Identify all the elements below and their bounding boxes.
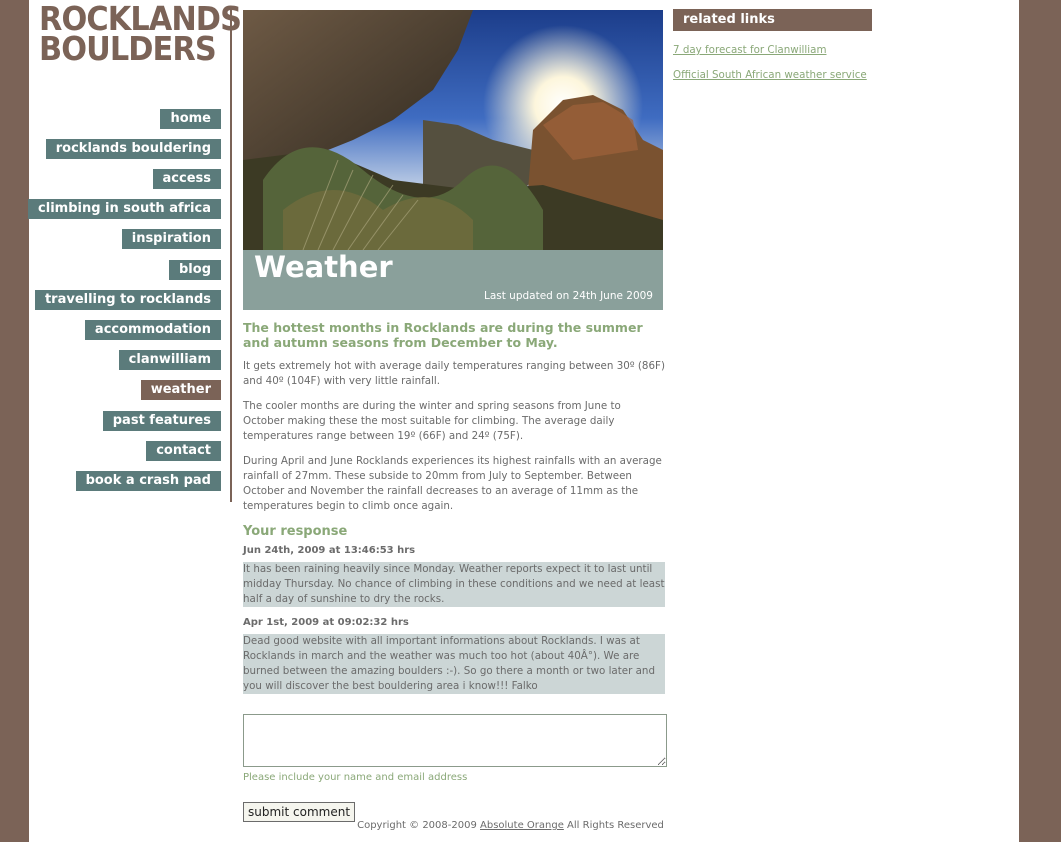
comment-date: Jun 24th, 2009 at 13:46:53 hrs [243,545,416,556]
nav-item-climbing-in-south-africa[interactable]: climbing in south africa [28,199,221,219]
nav-item-book-a-crash-pad[interactable]: book a crash pad [75,471,221,491]
footer-rights: All Rights Reserved [567,820,664,831]
related-link-forecast[interactable]: 7 day forecast for Clanwilliam [673,43,872,58]
site-logo[interactable]: ROCKLANDS BOULDERS [39,2,242,68]
related-links-heading: related links [673,9,872,31]
nav-item-weather[interactable]: weather [140,380,221,400]
footer-link[interactable]: Absolute Orange [480,820,564,831]
nav-item-clanwilliam[interactable]: clanwilliam [118,350,221,370]
footer-copyright: Copyright © 2008-2009 [357,820,477,831]
logo-line-2: BOULDERS [39,29,217,68]
comment-body: Dead good website with all important inf… [243,634,665,694]
hero-image [243,10,663,250]
nav-item-blog[interactable]: blog [169,260,221,280]
footer: Copyright © 2008-2009 Absolute Orange Al… [243,820,778,831]
page-container: ROCKLANDS BOULDERS home rocklands boulder… [28,0,1019,842]
page-title: Weather [254,250,393,284]
comment-textarea[interactable] [243,714,667,767]
title-bar: Weather Last updated on 24th June 2009 [243,250,663,310]
last-updated: Last updated on 24th June 2009 [483,290,653,302]
comment-body: It has been raining heavily since Monday… [243,562,665,607]
related-links-panel: related links 7 day forecast for Clanwil… [673,9,872,93]
main-content: The hottest months in Rocklands are duri… [243,320,667,822]
nav-item-access[interactable]: access [152,169,221,189]
body-paragraph: The cooler months are during the winter … [243,400,621,442]
nav-item-accommodation[interactable]: accommodation [84,320,221,340]
comment-date: Apr 1st, 2009 at 09:02:32 hrs [243,617,409,628]
response-heading: Your response [243,524,348,539]
lead-paragraph: The hottest months in Rocklands are duri… [243,320,643,350]
nav-item-travelling-to-rocklands[interactable]: travelling to rocklands [34,290,221,310]
comment-hint: Please include your name and email addre… [243,772,468,783]
nav-item-past-features[interactable]: past features [102,411,221,431]
body-paragraph: During April and June Rocklands experien… [243,455,662,512]
sidebar-divider [230,10,232,502]
submit-comment-button[interactable]: submit comment [243,802,356,822]
nav-item-contact[interactable]: contact [146,441,221,461]
hero-landscape-graphic [243,10,663,250]
body-paragraph: It gets extremely hot with average daily… [243,360,665,387]
nav-item-inspiration[interactable]: inspiration [121,229,221,249]
related-link-weather-service[interactable]: Official South African weather service [673,68,872,83]
nav-item-home[interactable]: home [160,109,221,129]
nav-item-rocklands-bouldering[interactable]: rocklands bouldering [45,139,221,159]
